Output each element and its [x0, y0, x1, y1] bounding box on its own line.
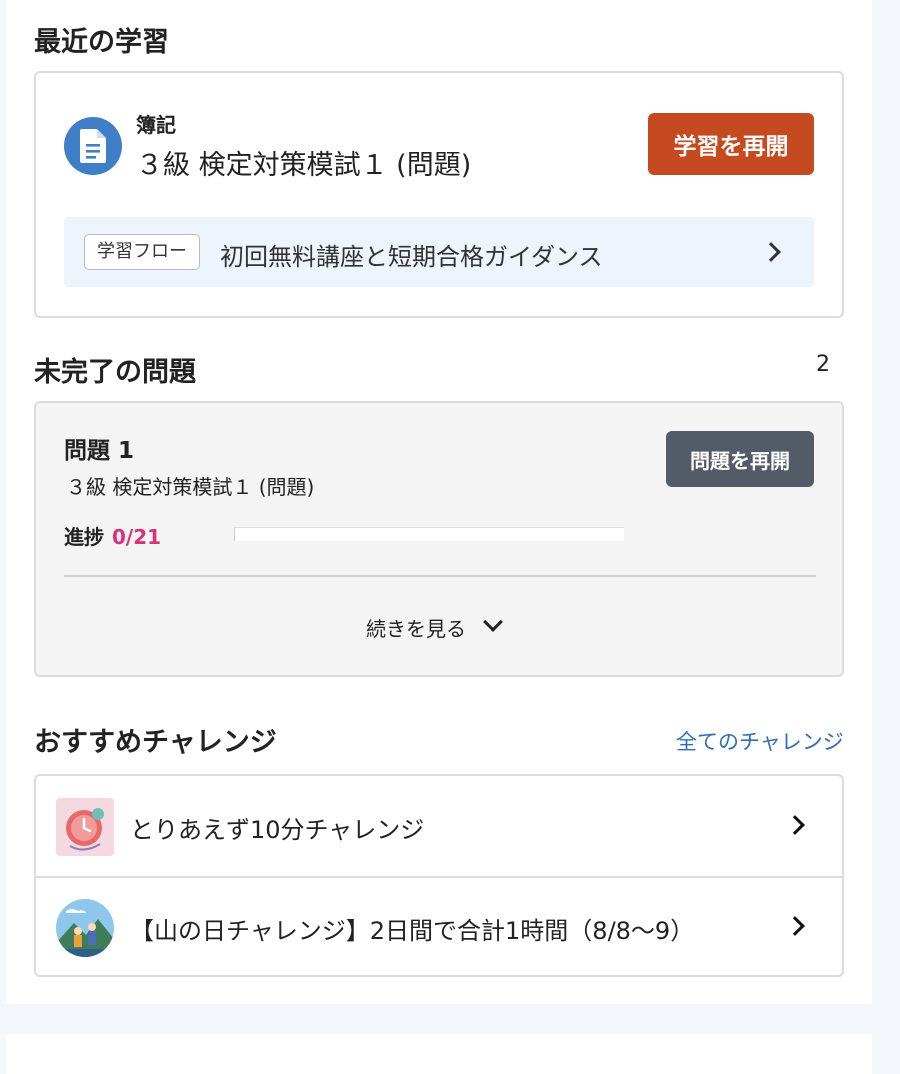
challenges-list: とりあえず10分チャレンジ 【山の日チャレンジ】2日間で合計1時間（8/8〜9）	[34, 774, 844, 977]
challenge-item[interactable]: とりあえず10分チャレンジ	[36, 776, 842, 876]
challenge-label: 【山の日チャレンジ】2日間で合計1時間（8/8〜9）	[130, 917, 695, 945]
chevron-right-icon	[761, 242, 781, 262]
recent-section-title: 最近の学習	[34, 27, 169, 58]
show-more-label: 続きを見る	[366, 617, 466, 641]
document-icon	[64, 117, 122, 175]
challenge-item[interactable]: 【山の日チャレンジ】2日間で合計1時間（8/8〜9）	[36, 877, 842, 977]
chevron-right-icon	[785, 916, 805, 936]
progress-label: 進捗 0/21	[64, 521, 161, 550]
challenges-section-title: おすすめチャレンジ	[34, 727, 277, 758]
challenge-label: とりあえず10分チャレンジ	[130, 816, 425, 844]
progress-label-text: 進捗	[64, 525, 104, 549]
question-course: ３級 検定対策模試１ (問題)	[66, 475, 315, 499]
question-title: 問題 1	[64, 438, 135, 464]
course-title: ３級 検定対策模試１ (問題)	[136, 150, 472, 181]
progress-value: 0/21	[112, 525, 162, 549]
learning-flow-text: 初回無料講座と短期合格ガイダンス	[220, 243, 603, 271]
mountain-hikers-icon	[56, 899, 114, 957]
subject-label: 簿記	[136, 113, 176, 137]
incomplete-count: 2	[816, 352, 830, 377]
learning-flow-tag: 学習フロー	[84, 234, 200, 270]
next-panel	[6, 1034, 872, 1074]
incomplete-question-card: 問題 1 ３級 検定対策模試１ (問題) 問題を再開 進捗 0/21 続きを見る	[34, 401, 844, 677]
clock-icon	[56, 798, 114, 856]
card-divider	[64, 575, 816, 577]
resume-question-button[interactable]: 問題を再開	[666, 431, 814, 487]
progress-bar	[234, 527, 624, 541]
learning-flow-link[interactable]: 学習フロー 初回無料講座と短期合格ガイダンス	[64, 217, 814, 287]
chevron-right-icon	[785, 815, 805, 835]
main-panel: 最近の学習 簿記 ３級 検定対策模試１ (問題) 学習を再開 学習フロー 初回無…	[6, 0, 872, 1004]
resume-learning-button[interactable]: 学習を再開	[648, 113, 814, 175]
incomplete-section-title: 未完了の問題	[34, 357, 196, 388]
recent-learning-card: 簿記 ３級 検定対策模試１ (問題) 学習を再開 学習フロー 初回無料講座と短期…	[34, 71, 844, 318]
chevron-down-icon	[483, 612, 503, 632]
all-challenges-link[interactable]: 全てのチャレンジ	[676, 726, 844, 756]
